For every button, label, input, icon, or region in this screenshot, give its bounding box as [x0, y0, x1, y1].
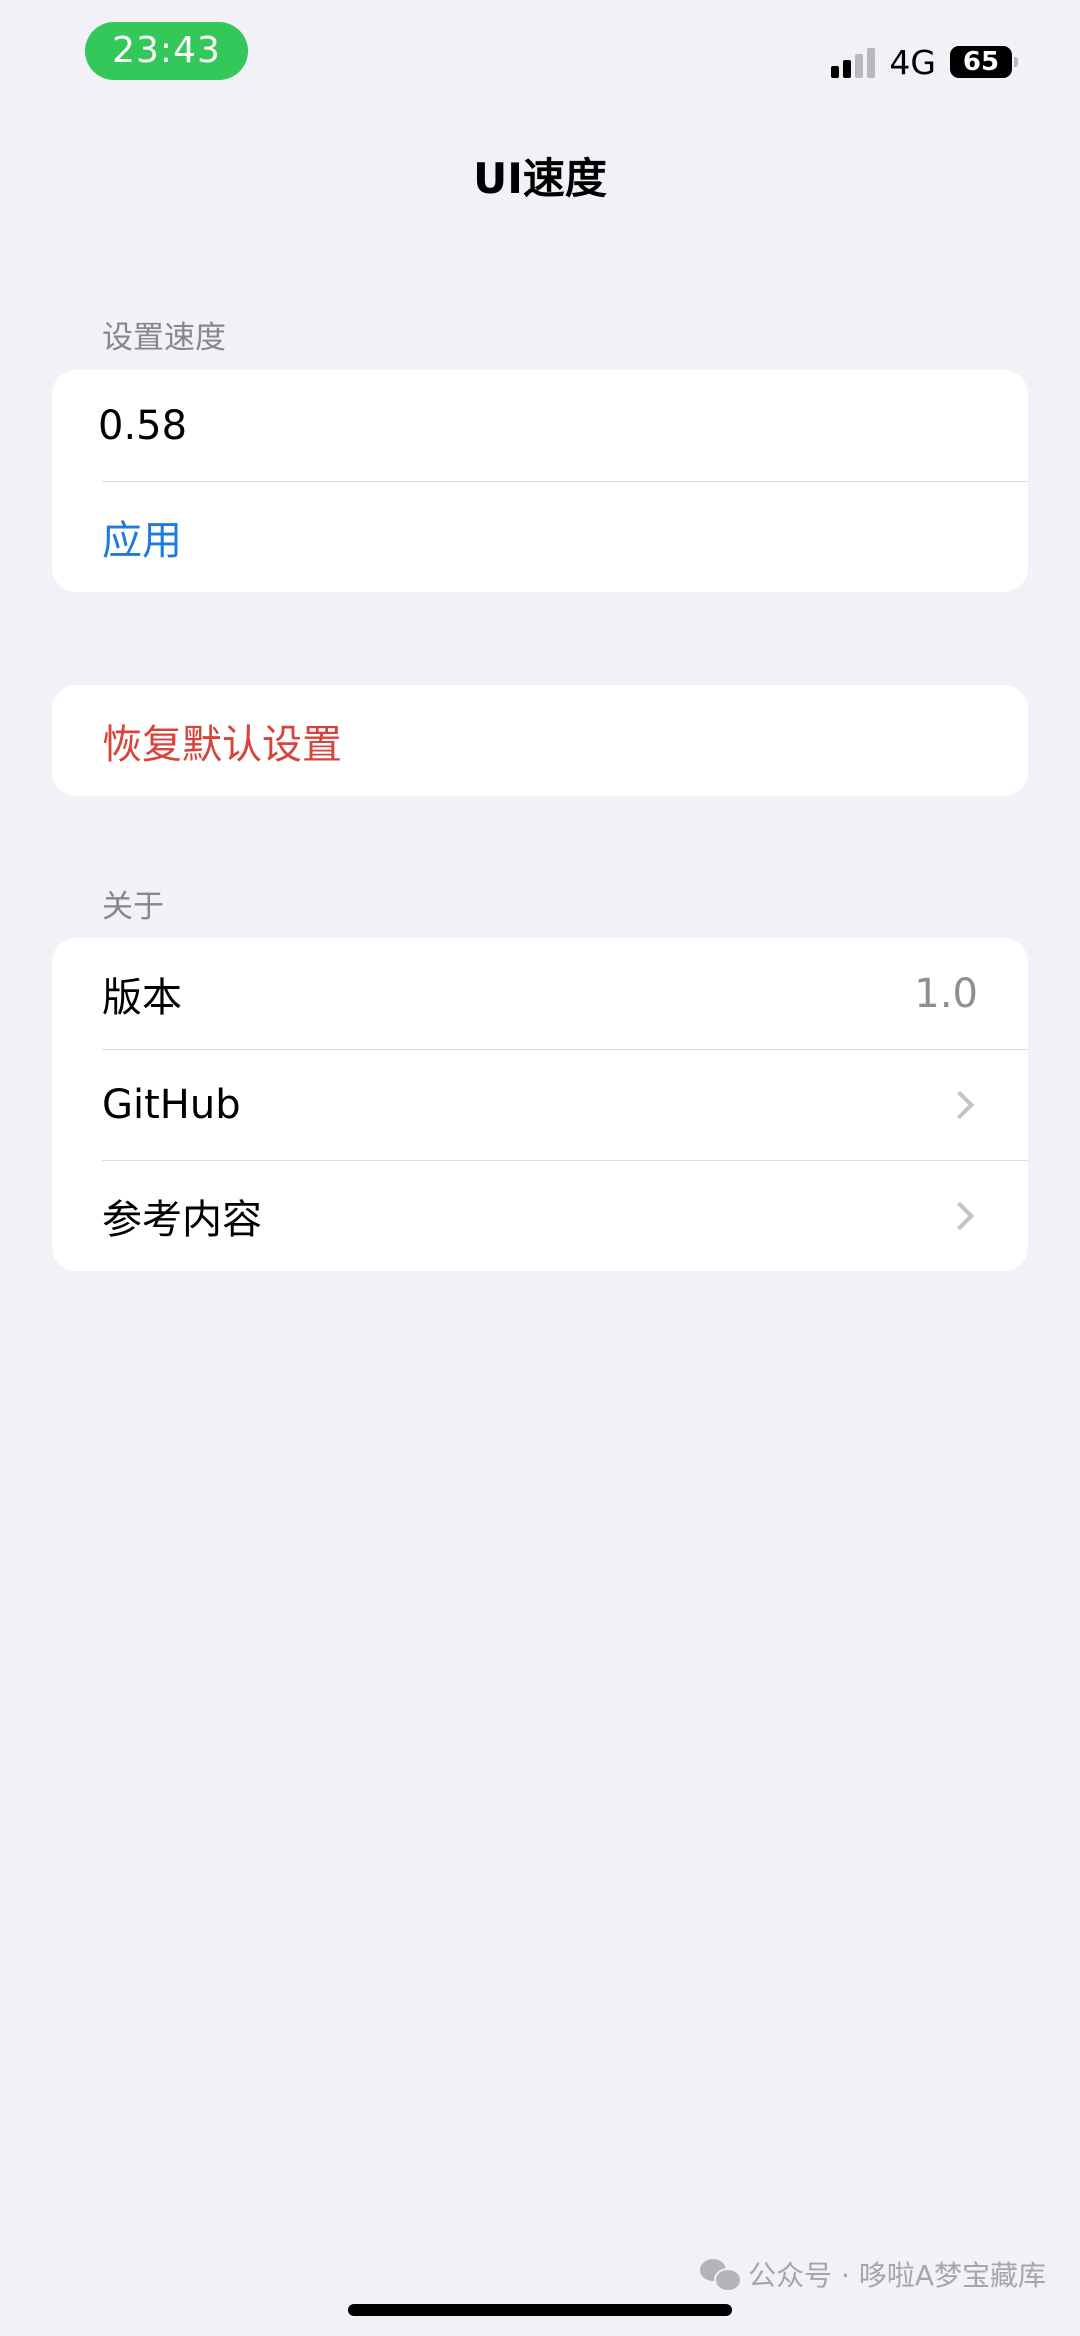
chevron-right-icon — [945, 1201, 975, 1230]
reference-label: 参考内容 — [102, 1196, 262, 1243]
reset-card: 恢复默认设置 — [52, 685, 1028, 796]
watermark: 公众号 · 哆啦A梦宝藏库 — [700, 2254, 1046, 2294]
page-title: UI速度 — [473, 154, 607, 203]
watermark-text: 公众号 · 哆啦A梦宝藏库 — [748, 2259, 1046, 2292]
status-right-group: 4G 65 — [831, 40, 1018, 84]
speed-card: 应用 — [52, 370, 1028, 592]
chevron-right-icon — [945, 1090, 975, 1119]
github-row[interactable]: GitHub — [52, 1049, 1028, 1160]
battery-icon: 65 — [950, 46, 1018, 78]
reset-label: 恢复默认设置 — [102, 721, 342, 768]
speed-input[interactable] — [98, 402, 974, 449]
about-card: 版本 1.0 GitHub 参考内容 — [52, 938, 1028, 1271]
reference-row[interactable]: 参考内容 — [52, 1160, 1028, 1271]
section-header-about: 关于 — [102, 889, 164, 925]
version-row: 版本 1.0 — [52, 938, 1028, 1049]
network-type: 4G — [889, 42, 936, 82]
speed-input-row — [52, 370, 1028, 481]
apply-label: 应用 — [102, 517, 182, 564]
cellular-signal-icon — [831, 46, 876, 78]
version-label: 版本 — [102, 974, 182, 1021]
wechat-icon — [700, 2259, 743, 2292]
reset-default-button[interactable]: 恢复默认设置 — [52, 685, 1028, 796]
github-label: GitHub — [102, 1081, 241, 1128]
version-value: 1.0 — [914, 970, 978, 1017]
home-indicator[interactable] — [348, 2304, 732, 2316]
status-time: 23:43 — [85, 22, 248, 80]
apply-button[interactable]: 应用 — [52, 481, 1028, 592]
section-header-speed: 设置速度 — [102, 320, 226, 356]
battery-level: 65 — [962, 47, 1000, 77]
